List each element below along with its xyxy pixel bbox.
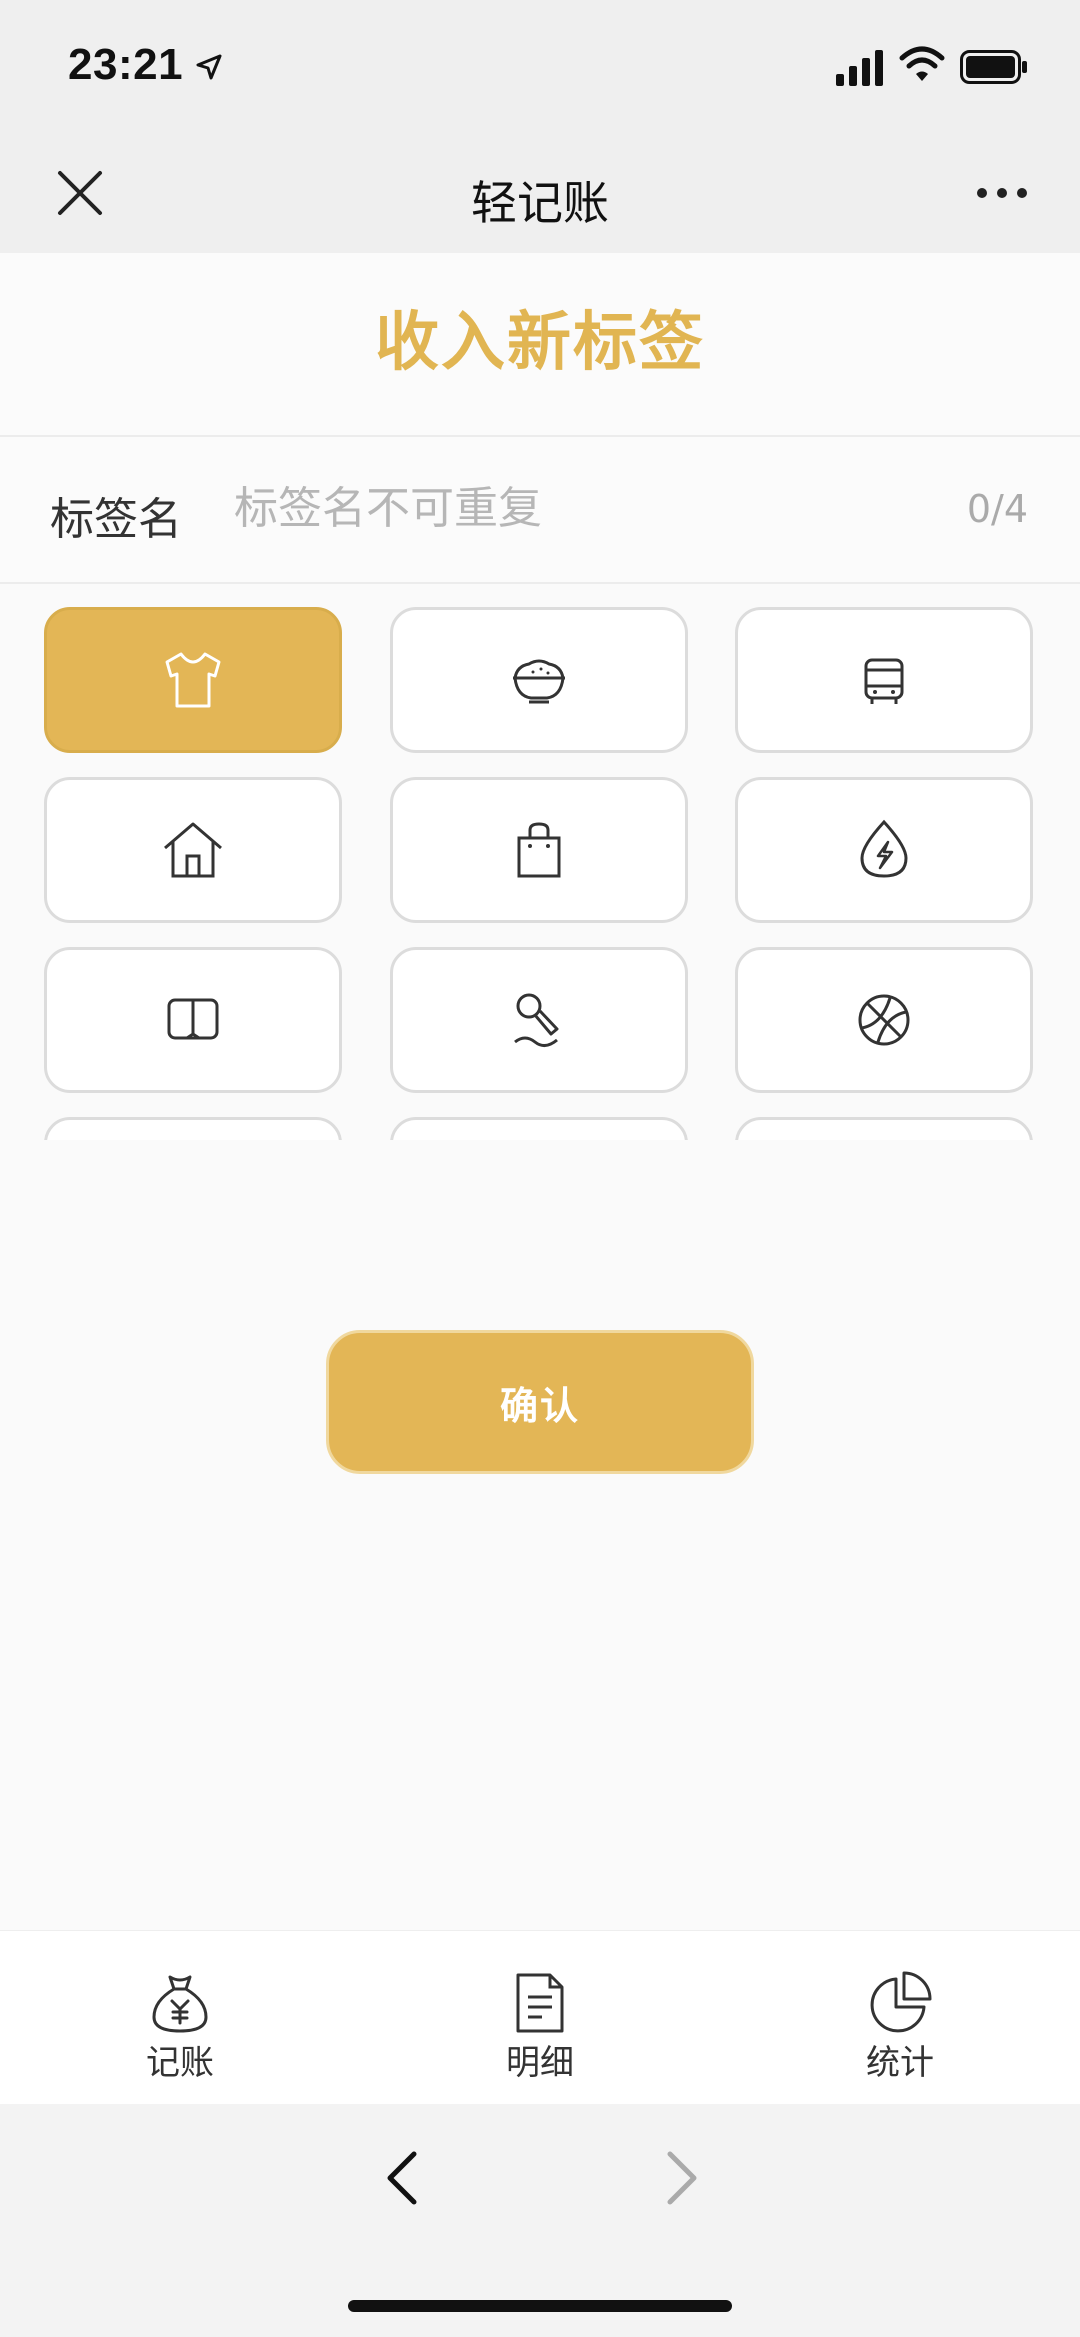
shopping-bag-icon bbox=[517, 822, 561, 878]
back-arrow-icon[interactable] bbox=[380, 2146, 424, 2210]
battery-icon bbox=[960, 50, 1027, 84]
status-bar: 23:21 bbox=[0, 0, 1080, 135]
icon-option-tshirt[interactable] bbox=[44, 607, 342, 753]
tab-details[interactable]: 明细 bbox=[360, 1931, 720, 2105]
tab-statistics[interactable]: 统计 bbox=[720, 1931, 1080, 2105]
location-arrow-icon bbox=[196, 54, 222, 80]
icon-option-bus[interactable] bbox=[735, 607, 1033, 753]
icon-option-utility[interactable] bbox=[735, 777, 1033, 923]
rice-bowl-icon bbox=[513, 659, 565, 704]
wifi-icon bbox=[899, 46, 945, 81]
icon-option-shopping-bag[interactable] bbox=[390, 777, 688, 923]
book-icon bbox=[167, 998, 219, 1040]
icon-option-more-3[interactable] bbox=[735, 1117, 1033, 1140]
tab-bookkeeping[interactable]: 记账 bbox=[0, 1931, 360, 2105]
confirm-button-label: 确认 bbox=[499, 1383, 580, 1428]
status-time: 23:21 bbox=[68, 40, 184, 89]
bus-icon bbox=[864, 658, 904, 704]
home-indicator bbox=[348, 2300, 732, 2312]
signal-icon bbox=[836, 50, 883, 86]
utility-drop-icon bbox=[860, 819, 908, 878]
microphone-icon bbox=[514, 993, 559, 1047]
bottom-tab-bar: 记账 明细 统计 bbox=[0, 1930, 1080, 2105]
icon-option-more-2[interactable] bbox=[390, 1117, 688, 1140]
basketball-icon bbox=[858, 994, 910, 1046]
money-bag-icon bbox=[152, 1975, 208, 2033]
icon-grid bbox=[0, 600, 1080, 1140]
icon-option-house[interactable] bbox=[44, 777, 342, 923]
house-icon bbox=[164, 822, 222, 878]
tag-name-row: 标签名 0/4 bbox=[0, 437, 1080, 584]
icon-option-rice-bowl[interactable] bbox=[390, 607, 688, 753]
tab-label: 记账 bbox=[146, 2043, 214, 2083]
nav-title: 轻记账 bbox=[471, 176, 609, 230]
tab-label: 明细 bbox=[506, 2043, 574, 2083]
char-counter: 0/4 bbox=[966, 487, 1028, 531]
page-title: 收入新标签 bbox=[375, 306, 705, 380]
tag-name-input[interactable] bbox=[234, 477, 934, 539]
icon-option-book[interactable] bbox=[44, 947, 342, 1093]
page-heading: 收入新标签 bbox=[0, 253, 1080, 437]
nav-bar: 轻记账 bbox=[0, 135, 1080, 253]
icon-option-microphone[interactable] bbox=[390, 947, 688, 1093]
confirm-button[interactable]: 确认 bbox=[326, 1330, 754, 1474]
tshirt-icon bbox=[165, 652, 221, 708]
icon-option-more-1[interactable] bbox=[44, 1117, 342, 1140]
tag-name-label: 标签名 bbox=[50, 494, 182, 545]
document-icon bbox=[516, 1973, 564, 2033]
icon-option-basketball[interactable] bbox=[735, 947, 1033, 1093]
forward-arrow-icon[interactable] bbox=[660, 2146, 704, 2210]
pie-chart-icon bbox=[870, 1971, 932, 2033]
more-icon[interactable] bbox=[972, 173, 1032, 213]
tab-label: 统计 bbox=[866, 2043, 934, 2083]
